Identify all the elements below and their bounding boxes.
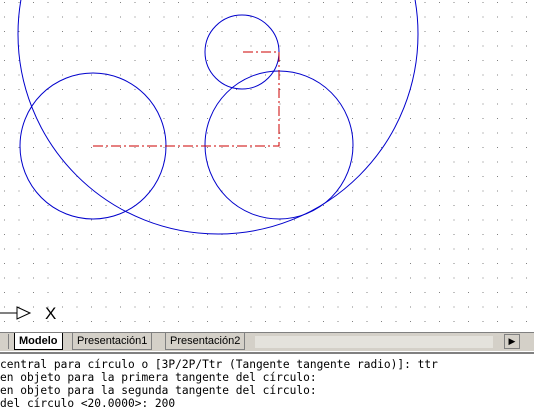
horizontal-scrollbar[interactable] xyxy=(255,336,493,348)
command-window[interactable]: central para círculo o [3P/2P/Ttr (Tange… xyxy=(0,352,534,420)
tab-presentacion1[interactable]: Presentación1 xyxy=(72,333,153,350)
tab-nav-left-button[interactable] xyxy=(0,334,9,349)
command-line: central para círculo o [3P/2P/Ttr (Tange… xyxy=(0,358,438,371)
scroll-right-button[interactable]: ▶ xyxy=(504,334,520,349)
command-line: en objeto para la primera tangente del c… xyxy=(0,371,317,384)
tab-modelo[interactable]: Modelo xyxy=(14,333,63,350)
command-line: del círculo <20.0000>: 200 xyxy=(0,397,176,410)
scroll-right-arrow-icon: ▶ xyxy=(508,336,516,346)
ucs-x-label: X xyxy=(45,304,56,323)
layout-tab-bar: Modelo Presentación1 Presentación2 ▶ xyxy=(0,332,534,351)
drawing-canvas[interactable]: X xyxy=(0,0,534,332)
tab-presentacion2[interactable]: Presentación2 xyxy=(165,333,246,350)
drawing-area[interactable]: X xyxy=(0,0,534,332)
grid-dots xyxy=(0,0,534,332)
command-line: en objeto para la segunda tangente del c… xyxy=(0,384,317,397)
command-history: central para círculo o [3P/2P/Ttr (Tange… xyxy=(0,354,534,410)
